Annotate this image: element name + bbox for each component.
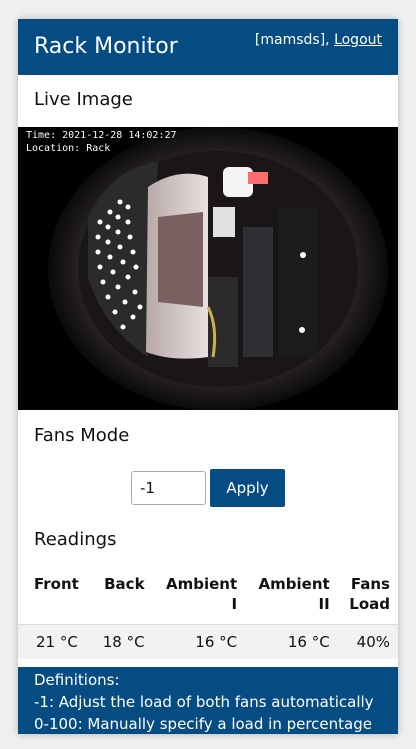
logout-link[interactable]: Logout [334, 32, 382, 48]
username: [mamsds], [254, 32, 330, 48]
live-image-heading: Live Image [34, 89, 133, 110]
fans-mode-input[interactable] [131, 471, 206, 505]
app-title: Rack Monitor [34, 34, 178, 59]
col-back: Back [104, 575, 145, 593]
ambient-2-value: 16 °C [245, 624, 338, 659]
table-row: 21 °C 18 °C 16 °C 16 °C 40% [18, 624, 398, 659]
definition-line: 0-100: Manually specify a load in percen… [34, 715, 372, 733]
header-bar: Rack Monitor [mamsds], Logout [18, 19, 398, 75]
apply-button[interactable]: Apply [210, 469, 285, 507]
ambient-1-value: 16 °C [152, 624, 246, 659]
fans-mode-form: Apply [18, 469, 398, 507]
readings-table: Front Back Ambient I Ambient II Fans Load 2… [18, 567, 398, 659]
col-front: Front [34, 575, 79, 593]
camera-overlay: Time: 2021-12-28 14:02:27 Location: Rack [26, 129, 177, 155]
live-camera-image: Time: 2021-12-28 14:02:27 Location: Rack [18, 127, 398, 410]
front-value: 21 °C [18, 624, 92, 659]
col-ambient-1: Ambient I [165, 575, 238, 613]
fans-mode-heading: Fans Mode [34, 425, 130, 446]
camera-location: Location: Rack [26, 143, 111, 154]
user-area: [mamsds], Logout [255, 31, 382, 49]
definition-line: -1: Adjust the load of both fans automat… [34, 693, 374, 711]
col-fans-load: Fans Load [349, 575, 390, 613]
definitions-title: Definitions: [34, 671, 120, 689]
camera-view-graphic [18, 127, 398, 410]
fans-load-value: 40% [337, 624, 398, 659]
camera-timestamp: Time: 2021-12-28 14:02:27 [26, 130, 177, 141]
readings-heading: Readings [34, 529, 117, 550]
main-card: Rack Monitor [mamsds], Logout Live Image [18, 19, 398, 734]
col-ambient-2: Ambient II [258, 575, 330, 613]
readings-header-row: Front Back Ambient I Ambient II Fans Load [18, 567, 398, 625]
back-value: 18 °C [91, 624, 153, 659]
definitions-box: Definitions: -1: Adjust the load of both… [18, 667, 398, 734]
